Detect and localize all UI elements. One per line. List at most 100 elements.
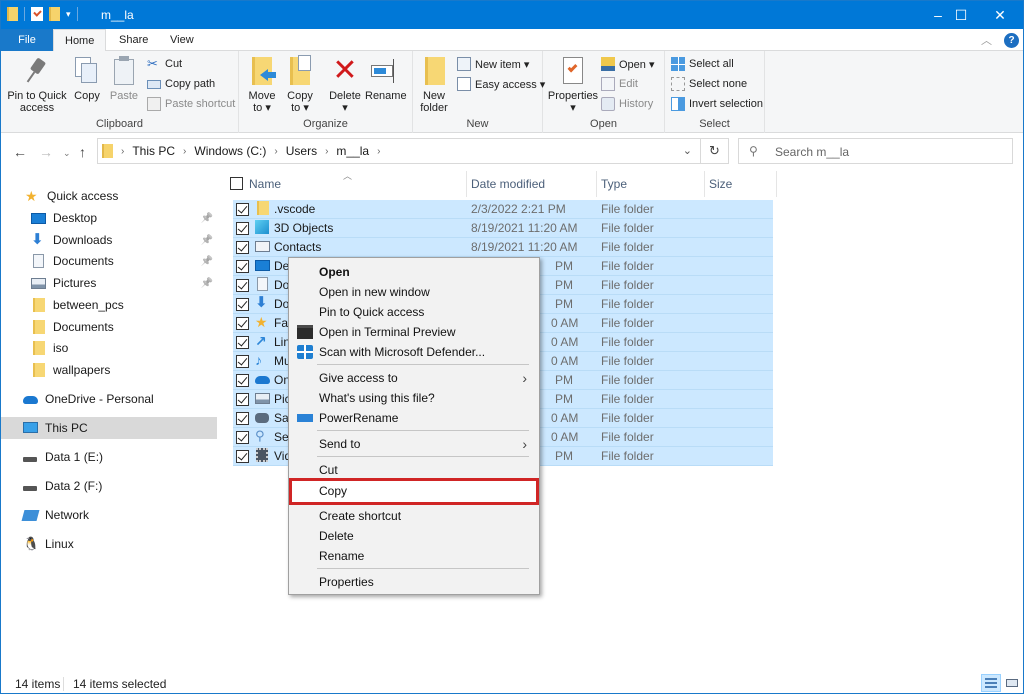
menu-item-scan-with-microsoft-defender[interactable]: Scan with Microsoft Defender... [289,342,539,362]
row-checkbox[interactable] [236,393,249,406]
menu-item-pin-to-quick-access[interactable]: Pin to Quick access [289,302,539,322]
menu-item-powerrename[interactable]: PowerRename [289,408,539,428]
properties-button[interactable]: Properties ▾ [547,55,599,114]
menu-item-send-to[interactable]: Send to › [289,434,539,454]
sidebar-item-data-1-e[interactable]: Data 1 (E:) [1,446,217,468]
menu-item-delete[interactable]: Delete [289,526,539,546]
column-name[interactable]: Name [243,171,467,197]
menu-item-open[interactable]: Open [289,262,539,282]
sidebar-item-linux[interactable]: 🐧 Linux [1,533,217,555]
easy-access-button[interactable]: Easy access ▾ [457,75,545,93]
cut-button[interactable]: ✂ Cut [147,55,182,73]
pin-to-quick-access-button[interactable]: Pin to Quick access [5,55,69,114]
table-row[interactable]: .vscode 2/3/2022 2:21 PM File folder [233,200,773,219]
row-checkbox[interactable] [236,260,249,273]
chevron-right-icon[interactable]: › [274,146,277,157]
history-button[interactable]: History [601,95,653,113]
properties-icon[interactable] [31,7,43,21]
delete-button[interactable]: ✕ Delete ▾ [327,55,363,115]
menu-item-properties[interactable]: Properties [289,572,539,592]
menu-item-what-s-using-this-file[interactable]: What's using this file? [289,388,539,408]
breadcrumb-this-pc[interactable]: This PC [132,144,175,158]
chevron-right-icon[interactable]: › [377,146,380,157]
tab-home[interactable]: Home [53,29,107,52]
chevron-right-icon[interactable]: › [183,146,186,157]
column-type[interactable]: Type [595,171,705,197]
sidebar-item-wallpapers[interactable]: wallpapers [1,359,217,381]
menu-item-rename[interactable]: Rename [289,546,539,566]
row-checkbox[interactable] [236,298,249,311]
customize-toolbar-dropdown[interactable]: ▾ [66,9,71,20]
invert-selection-button[interactable]: Invert selection [671,95,763,113]
recent-locations-dropdown[interactable]: ⌄ [63,148,71,159]
sidebar-item-iso[interactable]: iso [1,337,217,359]
row-checkbox[interactable] [236,222,249,235]
sidebar-item-onedrive-personal[interactable]: OneDrive - Personal [1,388,217,410]
forward-button[interactable]: → [39,144,53,160]
address-bar[interactable]: › This PC › Windows (C:) › Users › m__la… [97,138,729,164]
new-folder-icon[interactable] [49,7,60,21]
sidebar-item-this-pc[interactable]: This PC [1,417,217,439]
row-checkbox[interactable] [236,241,249,254]
row-checkbox[interactable] [236,412,249,425]
refresh-button[interactable]: ↻ [700,139,728,163]
new-item-button[interactable]: New item ▾ [457,55,529,73]
tab-file[interactable]: File [1,29,53,51]
sidebar-item-between-pcs[interactable]: between_pcs [1,294,217,316]
sidebar-item-network[interactable]: Network [1,504,217,526]
row-checkbox[interactable] [236,450,249,463]
menu-item-open-in-terminal-preview[interactable]: Open in Terminal Preview [289,322,539,342]
details-view-button[interactable] [981,674,1001,692]
chevron-right-icon[interactable]: › [325,146,328,157]
move-to-button[interactable]: Move to ▾ [245,55,279,114]
collapse-ribbon-icon[interactable]: ︿ [981,32,992,48]
sidebar-item-documents[interactable]: Documents [1,316,217,338]
address-history-dropdown[interactable]: ⌄ [683,144,692,157]
row-checkbox[interactable] [236,431,249,444]
search-box[interactable]: ⚲ Search m__la [738,138,1013,164]
chevron-right-icon[interactable]: › [121,146,124,157]
tab-view[interactable]: View [159,29,205,51]
sidebar-item-documents[interactable]: Documents 📌 [1,250,217,272]
copy-button[interactable]: Copy [71,55,103,102]
column-date-modified[interactable]: Date modified [465,171,597,197]
paste-shortcut-button[interactable]: Paste shortcut [147,95,235,113]
back-button[interactable]: ← [13,144,27,160]
menu-item-copy[interactable]: Copy [289,478,539,505]
breadcrumb-users[interactable]: Users [286,144,317,158]
row-checkbox[interactable] [236,279,249,292]
breadcrumb-user-folder[interactable]: m__la [336,144,369,158]
row-checkbox[interactable] [236,355,249,368]
close-button[interactable]: ✕ [977,1,1023,29]
row-checkbox[interactable] [236,203,249,216]
edit-button[interactable]: Edit [601,75,638,93]
menu-item-open-in-new-window[interactable]: Open in new window [289,282,539,302]
row-checkbox[interactable] [236,317,249,330]
row-checkbox[interactable] [236,374,249,387]
copy-path-button[interactable]: Copy path [147,75,215,93]
open-button[interactable]: Open ▾ [601,55,655,73]
column-size[interactable]: Size [703,171,777,197]
sidebar-item-pictures[interactable]: Pictures 📌 [1,272,217,294]
help-icon[interactable]: ? [1004,32,1019,48]
paste-button[interactable]: Paste [107,55,141,102]
sidebar-item-quick-access[interactable]: ★ Quick access [1,185,217,207]
menu-item-give-access-to[interactable]: Give access to › [289,368,539,388]
table-row[interactable]: Contacts 8/19/2021 11:20 AM File folder [233,238,773,257]
rename-button[interactable]: Rename [365,55,407,102]
new-folder-button[interactable]: New folder [419,55,449,114]
sidebar-item-data-2-f[interactable]: Data 2 (F:) [1,475,217,497]
tab-share[interactable]: Share [108,29,159,51]
large-icons-view-button[interactable] [1002,674,1022,692]
sidebar-item-downloads[interactable]: ⬇ Downloads 📌 [1,229,217,251]
menu-item-cut[interactable]: Cut [289,460,539,480]
row-checkbox[interactable] [236,336,249,349]
menu-item-create-shortcut[interactable]: Create shortcut [289,506,539,526]
select-all-button[interactable]: Select all [671,55,734,73]
table-row[interactable]: 3D Objects 8/19/2021 11:20 AM File folder [233,219,773,238]
copy-to-button[interactable]: Copy to ▾ [283,55,317,114]
sidebar-item-desktop[interactable]: Desktop 📌 [1,207,217,229]
up-button[interactable]: ↑ [79,144,86,160]
select-none-button[interactable]: Select none [671,75,747,93]
select-all-checkbox[interactable] [230,177,243,190]
